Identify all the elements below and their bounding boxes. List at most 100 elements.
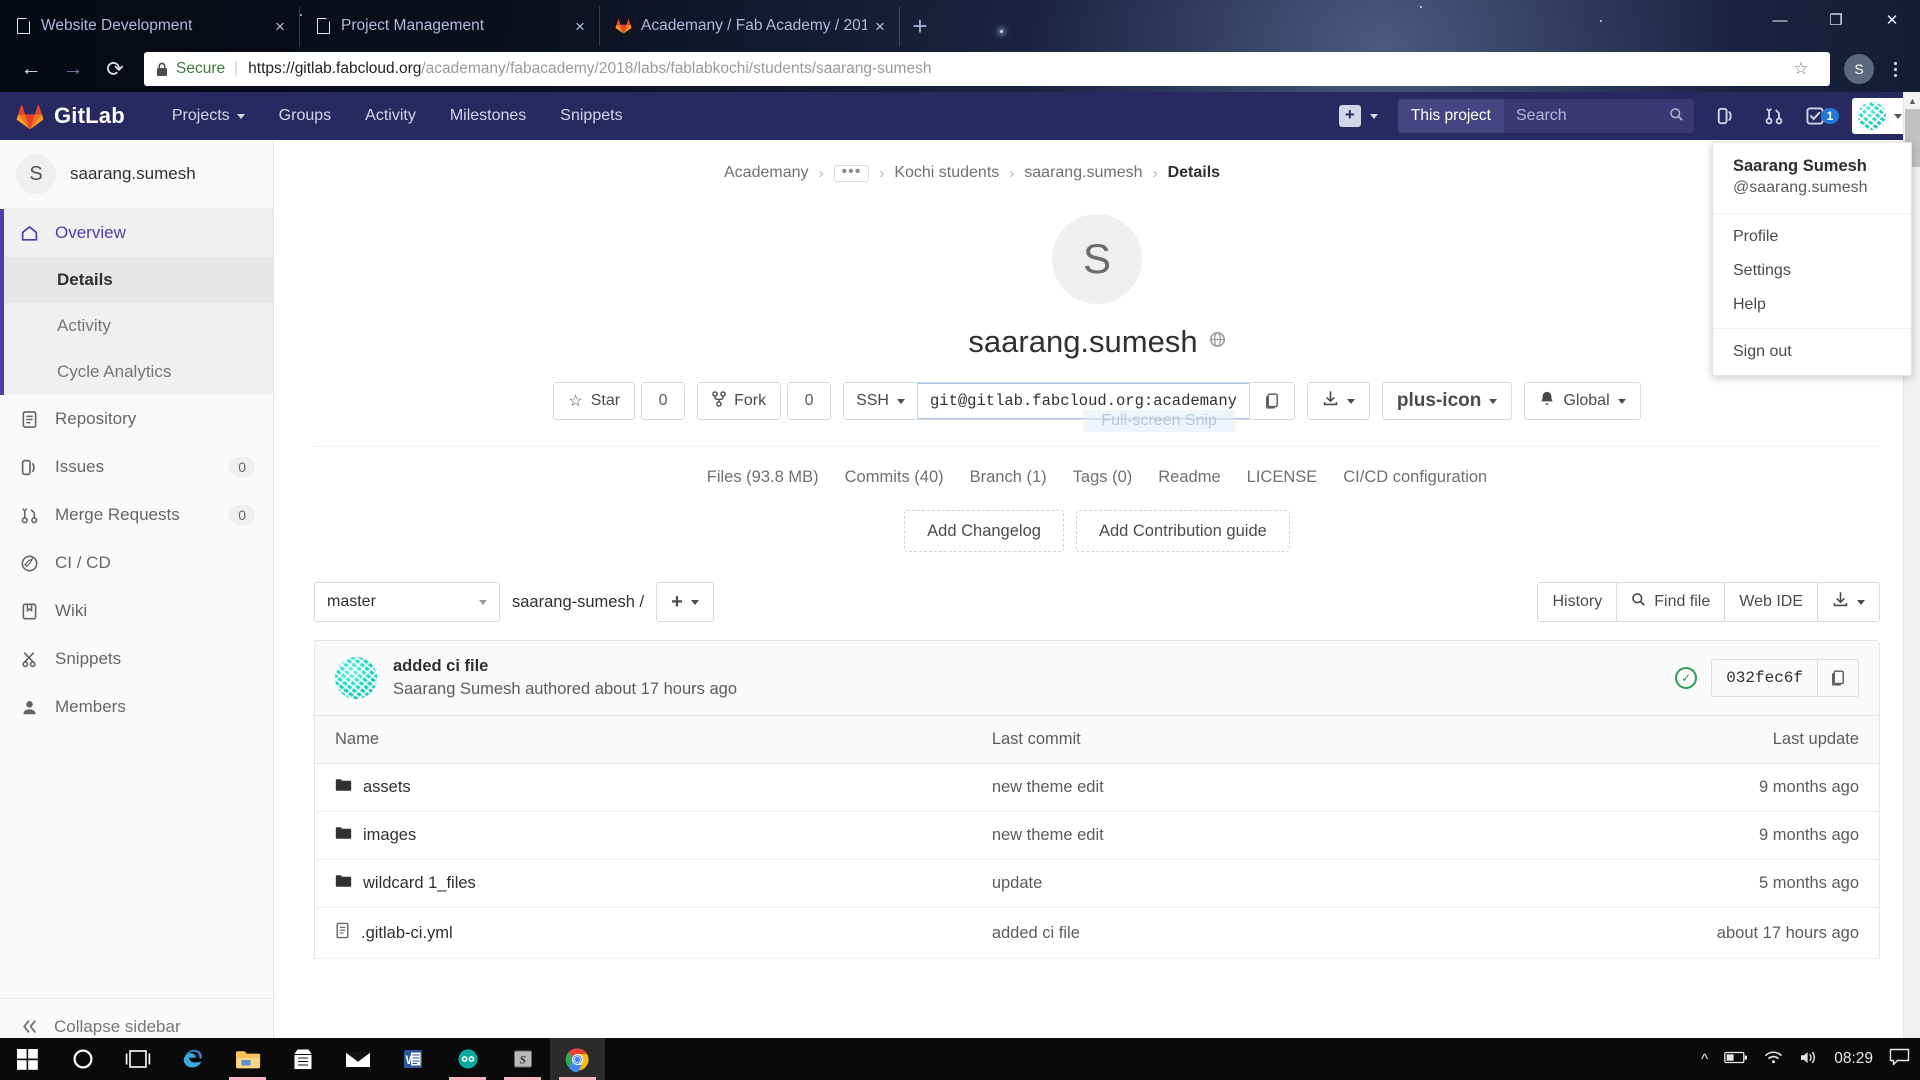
todos-button[interactable]: 1 (1798, 92, 1846, 140)
chrome-button[interactable] (550, 1038, 605, 1080)
close-window-button[interactable]: ✕ (1864, 0, 1920, 40)
clone-protocol-dropdown[interactable]: SSH (844, 383, 918, 419)
sidebar-item-ci-cd[interactable]: CI / CD (0, 539, 273, 587)
cortana-button[interactable] (55, 1038, 110, 1080)
copy-icon[interactable] (1817, 660, 1858, 696)
stat-license[interactable]: LICENSE (1247, 468, 1318, 487)
download-button[interactable] (1306, 382, 1370, 420)
menu-item-help[interactable]: Help (1713, 288, 1911, 322)
browser-tab[interactable]: Website Development × (0, 6, 300, 46)
maximize-button[interactable]: ❐ (1808, 0, 1864, 40)
copy-icon[interactable] (1248, 383, 1294, 419)
breadcrumb-item-academany[interactable]: Academany (724, 164, 809, 182)
scroll-up-arrow[interactable]: ▲ (1904, 92, 1920, 109)
star-button[interactable]: ☆ Star (553, 382, 636, 420)
fork-count[interactable]: 0 (787, 382, 832, 420)
start-button[interactable] (0, 1038, 55, 1080)
stat-tags[interactable]: Tags (0) (1073, 468, 1133, 487)
file-last-commit[interactable]: new theme edit (971, 763, 1504, 812)
sidebar-item-repository[interactable]: Repository (0, 395, 273, 443)
branch-selector[interactable]: master (314, 582, 500, 622)
browser-menu-button[interactable] (1880, 61, 1910, 77)
browser-tab-active[interactable]: Academany / Fab Academy / 201 × (600, 6, 900, 46)
volume-icon[interactable] (1799, 1050, 1818, 1069)
commit-sha[interactable]: 032fec6f (1712, 660, 1817, 696)
notification-button[interactable]: Global (1524, 382, 1641, 420)
nav-item-activity[interactable]: Activity (348, 92, 433, 140)
sidebar-item-merge-requests[interactable]: Merge Requests 0 (0, 491, 273, 539)
breadcrumb-item-project[interactable]: saarang.sumesh (1024, 164, 1142, 182)
new-dropdown-button[interactable]: + (1327, 105, 1390, 127)
stat-cicd-configuration[interactable]: CI/CD configuration (1343, 468, 1487, 487)
file-explorer-button[interactable] (220, 1038, 275, 1080)
sublime-button[interactable]: S (495, 1038, 550, 1080)
add-to-repo-button[interactable]: + (656, 582, 714, 622)
sidebar-item-members[interactable]: Members (0, 683, 273, 731)
reload-button[interactable]: ⟳ (94, 48, 136, 90)
breadcrumb-more-button[interactable]: ••• (833, 163, 870, 182)
task-view-button[interactable] (110, 1038, 165, 1080)
file-name[interactable]: wildcard 1_files (363, 874, 476, 893)
menu-item-profile[interactable]: Profile (1713, 220, 1911, 254)
stat-branch[interactable]: Branch (1) (970, 468, 1047, 487)
menu-item-sign-out[interactable]: Sign out (1713, 335, 1911, 369)
store-button[interactable] (275, 1038, 330, 1080)
fork-button[interactable]: Fork (697, 382, 782, 420)
clone-url-input[interactable]: git@gitlab.fabcloud.org:academany (917, 383, 1249, 419)
add-button[interactable]: plus-icon (1381, 382, 1513, 420)
history-button[interactable]: History (1537, 582, 1618, 622)
table-row[interactable]: images new theme edit 9 months ago (314, 811, 1880, 860)
browser-tab[interactable]: Project Management × (300, 6, 600, 46)
search-scope-label[interactable]: This project (1397, 99, 1504, 133)
new-tab-button[interactable]: + (900, 6, 940, 46)
close-icon[interactable]: × (267, 18, 293, 35)
star-count[interactable]: 0 (641, 382, 686, 420)
breadcrumb-item-kochi-students[interactable]: Kochi students (894, 164, 999, 182)
sidebar-item-snippets[interactable]: Snippets (0, 635, 273, 683)
add-changelog-button[interactable]: Add Changelog (904, 510, 1064, 552)
sidebar-project-header[interactable]: S saarang.sumesh (0, 140, 273, 209)
close-icon[interactable]: × (867, 18, 893, 35)
pipeline-passed-icon[interactable]: ✓ (1675, 667, 1698, 689)
sidebar-item-details[interactable]: Details (4, 257, 273, 303)
stat-readme[interactable]: Readme (1158, 468, 1220, 487)
search-input[interactable]: Search (1504, 99, 1694, 133)
browser-profile-avatar[interactable]: S (1844, 54, 1874, 84)
arduino-button[interactable] (440, 1038, 495, 1080)
battery-icon[interactable] (1724, 1051, 1748, 1068)
wifi-icon[interactable] (1764, 1050, 1783, 1069)
repo-path-breadcrumb[interactable]: saarang-sumesh / (512, 593, 644, 612)
nav-item-milestones[interactable]: Milestones (433, 92, 543, 140)
notification-icon[interactable] (1889, 1048, 1910, 1070)
sidebar-item-activity[interactable]: Activity (4, 303, 273, 349)
sidebar-item-cycle-analytics[interactable]: Cycle Analytics (4, 349, 273, 395)
edge-button[interactable] (165, 1038, 220, 1080)
mail-button[interactable] (330, 1038, 385, 1080)
file-name[interactable]: images (363, 826, 416, 845)
nav-item-snippets[interactable]: Snippets (543, 92, 639, 140)
find-file-button[interactable]: Find file (1617, 582, 1726, 622)
sidebar-item-issues[interactable]: Issues 0 (0, 443, 273, 491)
back-button[interactable]: ← (10, 48, 52, 90)
nav-item-groups[interactable]: Groups (262, 92, 348, 140)
address-bar[interactable]: Secure | https://gitlab.fabcloud.org/aca… (144, 52, 1830, 86)
word-button[interactable]: W (385, 1038, 440, 1080)
commit-message[interactable]: added ci file (393, 657, 737, 676)
download-repo-button[interactable] (1818, 582, 1880, 622)
table-row[interactable]: .gitlab-ci.yml added ci file about 17 ho… (314, 907, 1880, 959)
file-last-commit[interactable]: update (971, 859, 1504, 908)
gitlab-logo[interactable]: GitLab (16, 103, 125, 130)
clock[interactable]: 08:29 (1834, 1050, 1873, 1067)
stat-files[interactable]: Files (93.8 MB) (707, 468, 819, 487)
chevron-up-icon[interactable]: ^ (1701, 1051, 1708, 1068)
file-name[interactable]: .gitlab-ci.yml (361, 924, 453, 943)
sidebar-item-wiki[interactable]: Wiki (0, 587, 273, 635)
web-ide-button[interactable]: Web IDE (1725, 582, 1818, 622)
file-last-commit[interactable]: new theme edit (971, 811, 1504, 860)
nav-item-projects[interactable]: Projects (155, 92, 262, 140)
file-last-commit[interactable]: added ci file (971, 907, 1504, 959)
file-name[interactable]: assets (363, 778, 411, 797)
stat-commits[interactable]: Commits (40) (845, 468, 944, 487)
issues-icon[interactable] (1702, 92, 1750, 140)
close-icon[interactable]: × (567, 18, 593, 35)
